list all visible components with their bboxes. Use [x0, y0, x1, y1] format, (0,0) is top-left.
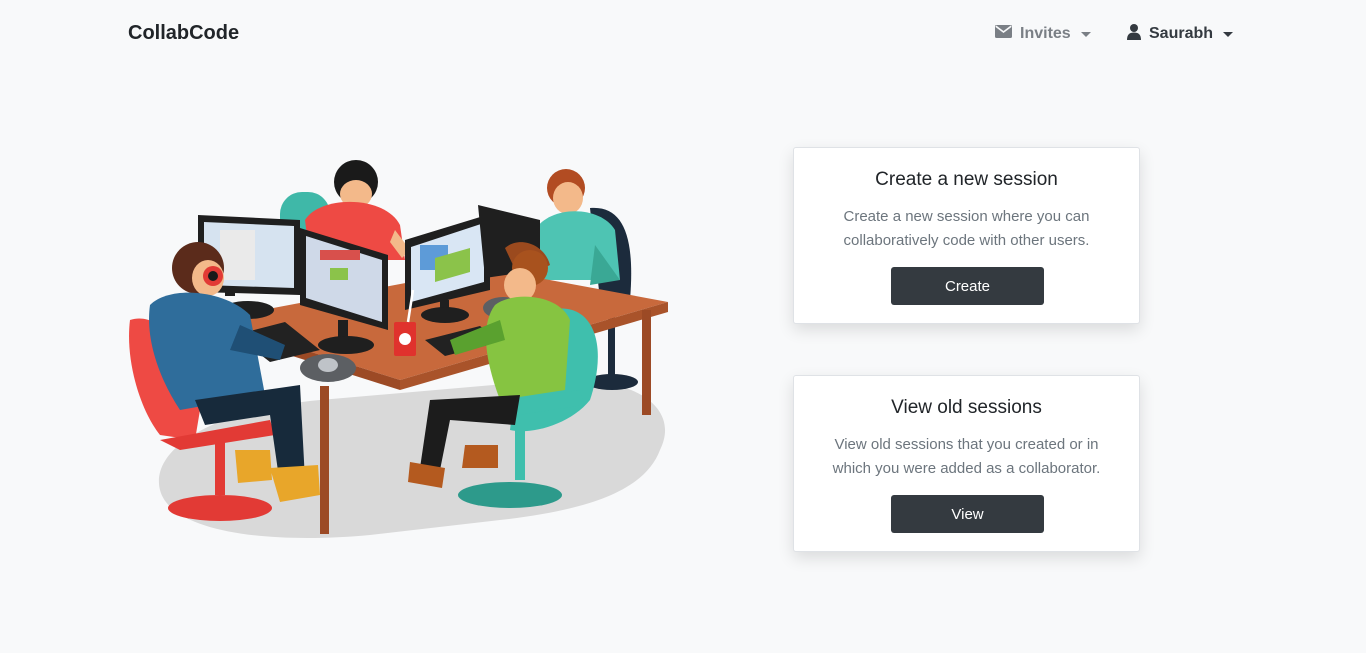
navbar: CollabCode Invites Saurabh — [0, 0, 1366, 68]
create-session-card: Create a new session Create a new sessio… — [793, 147, 1140, 324]
view-sessions-title: View old sessions — [891, 397, 1042, 418]
view-button[interactable]: View — [891, 495, 1044, 533]
view-sessions-description: View old sessions that you created or in… — [832, 436, 1101, 477]
chevron-down-icon — [1080, 31, 1091, 37]
view-sessions-card: View old sessions View old sessions that… — [793, 375, 1140, 552]
user-dropdown[interactable]: Saurabh — [1127, 22, 1234, 46]
invites-dropdown[interactable]: Invites — [995, 22, 1091, 46]
brand-logo[interactable]: CollabCode — [128, 22, 239, 45]
user-name: Saurabh — [1149, 25, 1214, 42]
envelope-icon — [995, 25, 1012, 43]
create-session-title: Create a new session — [875, 169, 1058, 190]
create-session-description: Create a new session where you can colla… — [843, 208, 1090, 249]
team-coding-illustration — [120, 150, 680, 545]
create-button[interactable]: Create — [891, 267, 1044, 305]
invites-label: Invites — [1020, 25, 1071, 42]
chevron-down-icon — [1223, 31, 1234, 37]
user-icon — [1127, 23, 1141, 45]
